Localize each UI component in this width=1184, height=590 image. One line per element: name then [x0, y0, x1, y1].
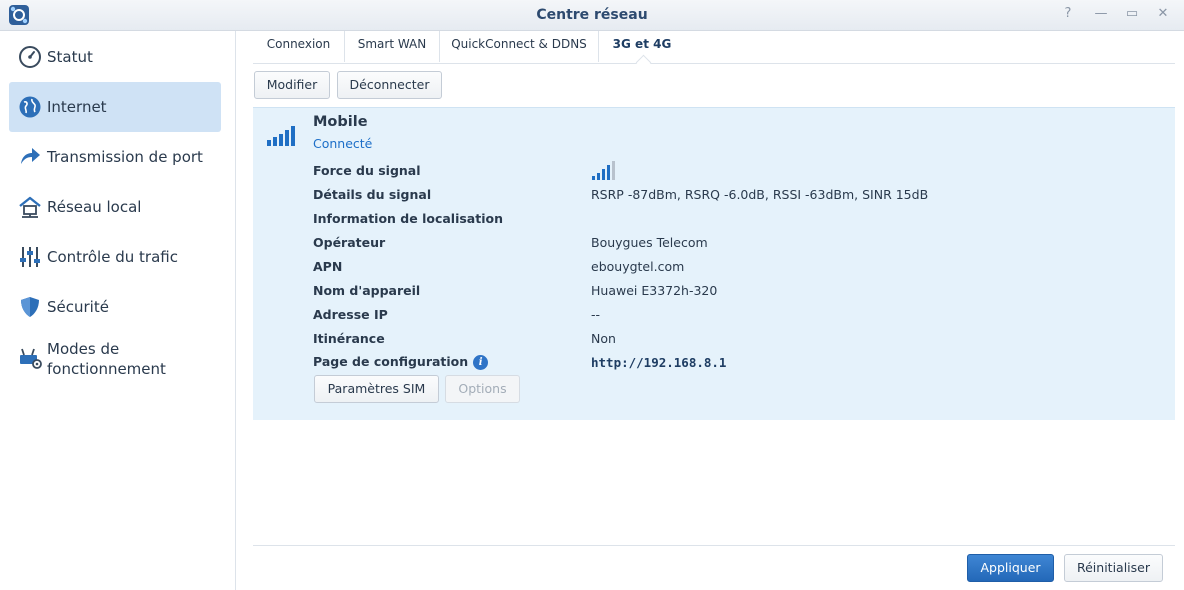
tab-bar: Connexion Smart WAN QuickConnect & DDNS …: [253, 31, 1175, 64]
sidebar-item-label: Transmission de port: [47, 148, 203, 166]
connection-status: Connecté: [313, 136, 373, 151]
gauge-icon: [19, 46, 41, 68]
sidebar-item-label-line1: Modes de: [47, 340, 120, 358]
sidebar-item-port-forwarding[interactable]: Transmission de port: [9, 132, 221, 182]
ip-address-label: Adresse IP: [313, 307, 388, 322]
maximize-icon[interactable]: ▭: [1124, 6, 1140, 22]
modify-button[interactable]: Modifier: [254, 71, 330, 99]
sidebar-item-security[interactable]: Sécurité: [9, 282, 221, 332]
sidebar-item-local-network[interactable]: Réseau local: [9, 182, 221, 232]
tab-smart-wan[interactable]: Smart WAN: [345, 31, 440, 62]
globe-icon: [19, 96, 41, 118]
roaming-value: Non: [591, 331, 616, 346]
ip-address-value: --: [591, 307, 601, 322]
config-page-row-label: Page de configuration i: [313, 354, 489, 370]
forward-arrow-icon: [21, 148, 40, 164]
apn-value: ebouygtel.com: [591, 259, 685, 274]
disconnect-button[interactable]: Déconnecter: [337, 71, 442, 99]
mobile-title: Mobile: [313, 114, 368, 130]
signal-strength-label: Force du signal: [313, 163, 421, 178]
mobile-connection-panel: Mobile Connecté Force du signal Détails …: [253, 107, 1175, 420]
sidebar-item-label: Statut: [47, 48, 93, 66]
sidebar-item-label: Contrôle du trafic: [47, 248, 178, 266]
help-icon[interactable]: ?: [1060, 6, 1076, 22]
sidebar-item-label: Sécurité: [47, 298, 109, 316]
config-page-label: Page de configuration: [313, 354, 469, 369]
sidebar-item-operation-modes[interactable]: Modes de fonctionnement: [9, 332, 221, 382]
signal-strength-bars: [592, 161, 615, 180]
shield-icon: [21, 297, 39, 317]
sidebar-item-label-line2: fonctionnement: [47, 360, 166, 378]
footer-divider: [253, 545, 1175, 546]
options-button: Options: [445, 375, 520, 403]
signal-bar-2: [597, 173, 600, 180]
window-title: Centre réseau: [536, 7, 648, 23]
reset-button[interactable]: Réinitialiser: [1064, 554, 1163, 582]
device-name-label: Nom d'appareil: [313, 283, 421, 298]
sidebar-item-label: Internet: [47, 98, 107, 116]
sidebar: Statut Internet Transmission de port Rés…: [0, 31, 236, 590]
sidebar-item-statut[interactable]: Statut: [9, 32, 221, 82]
signal-details-label: Détails du signal: [313, 187, 432, 202]
device-name-value: Huawei E3372h-320: [591, 283, 718, 298]
home-network-icon: [19, 196, 41, 218]
operator-value: Bouygues Telecom: [591, 235, 708, 250]
signal-bar-3: [602, 169, 605, 180]
config-page-link[interactable]: http://192.168.8.1: [591, 355, 726, 370]
signal-bar-5: [612, 161, 615, 180]
info-icon[interactable]: i: [473, 355, 489, 370]
apply-button[interactable]: Appliquer: [967, 554, 1054, 582]
operator-label: Opérateur: [313, 235, 386, 250]
sim-settings-button[interactable]: Paramètres SIM: [314, 375, 439, 403]
sidebar-item-label: Modes de fonctionnement: [47, 339, 166, 379]
location-info-label: Information de localisation: [313, 211, 503, 226]
signal-bar-1: [592, 176, 595, 180]
title-bar: Centre réseau ? — ▭ ✕: [0, 0, 1184, 31]
sidebar-item-internet[interactable]: Internet: [9, 82, 221, 132]
router-gear-icon: [20, 348, 42, 369]
signal-details-value: RSRP -87dBm, RSRQ -6.0dB, RSSI -63dBm, S…: [591, 187, 929, 202]
roaming-label: Itinérance: [313, 331, 385, 346]
sidebar-item-label: Réseau local: [47, 198, 142, 216]
signal-bar-4: [607, 165, 610, 180]
apn-label: APN: [313, 259, 343, 274]
minimize-icon[interactable]: —: [1093, 6, 1109, 22]
cellular-signal-icon: [267, 126, 295, 146]
close-icon[interactable]: ✕: [1155, 6, 1171, 22]
tab-quickconnect-ddns[interactable]: QuickConnect & DDNS: [440, 31, 599, 62]
sliders-icon: [20, 247, 40, 267]
sidebar-item-traffic-control[interactable]: Contrôle du trafic: [9, 232, 221, 282]
tab-connexion[interactable]: Connexion: [253, 31, 345, 62]
